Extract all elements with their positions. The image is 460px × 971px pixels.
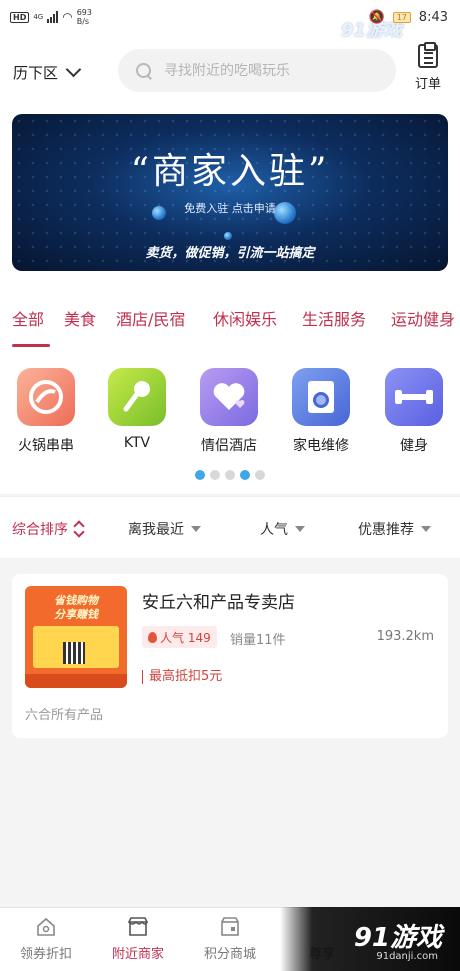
distance: 193.2km [376,629,434,644]
nav-label: 积分商城 [203,947,256,962]
quick-item-label: KTV [123,435,151,451]
fire-icon [148,631,157,643]
caret-down-icon [295,526,305,532]
search-icon [136,62,152,79]
merchant-thumbnail: 省钱购物 分享赚钱 [25,586,127,688]
quick-item-label: 健身 [400,438,428,454]
page-dot [255,470,265,480]
signal-icon [47,11,59,23]
page-indicator [195,470,265,480]
quick-item-label: 情侣酒店 [201,438,257,454]
sort-discount[interactable]: 优惠推荐 [358,519,431,539]
quick-item-hotpot[interactable]: 火锅串串 [6,368,86,455]
search-bar[interactable] [118,49,396,92]
orders-button[interactable]: 订单 [412,42,444,92]
category-tabs: 全部 美食 酒店/民宿 休闲娱乐 生活服务 运动健身 [0,286,460,348]
sort-toggle-icon [73,520,85,538]
sort-label: 优惠推荐 [358,522,414,538]
header: 历下区 订单 [0,40,460,104]
sort-comprehensive[interactable]: 综合排序 [12,519,85,539]
status-bar: HD 4G ◠ 693 B/s 91游戏 🔕 17 8:43 [0,0,460,41]
page-dot [225,470,235,480]
sort-bar: 综合排序 离我最近 人气 优惠推荐 [0,496,460,558]
watermark-overlay: 91游戏 91danji.com [280,907,460,971]
home-icon [35,916,57,938]
discount-tag: 最高抵扣5元 [142,670,222,684]
shop-icon [127,916,149,938]
sort-nearest[interactable]: 离我最近 [128,519,201,539]
mute-icon: 🔕 [368,10,385,25]
merchant-name: 安丘六和产品专卖店 [142,593,295,613]
merchant-card[interactable]: 省钱购物 分享赚钱 安丘六和产品专卖店 人气 149 销量11件 193.2km… [12,574,448,738]
tab-all[interactable]: 全部 [12,306,44,330]
network-type: 4G [33,13,44,21]
watermark-logo: 91游戏 [353,923,442,953]
wifi-icon: ◠ [62,10,73,24]
nav-points-mall[interactable]: 积分商城 [190,916,270,962]
dumbbell-icon [385,368,443,426]
sort-label: 离我最近 [128,522,184,538]
tab-life-service[interactable]: 生活服务 [302,306,366,330]
merchant-description: 六合所有产品 [25,708,104,723]
status-right: 🔕 17 8:43 [369,10,448,25]
microphone-icon [108,368,166,426]
quick-item-label: 火锅串串 [18,438,74,454]
merchant-banner[interactable]: “商家入驻” 免费入驻 点击申请 卖货，做促销，引流一站搞定 [12,114,448,271]
district-selector[interactable]: 历下区 [13,61,82,83]
speed-unit: B/s [76,17,90,26]
district-label: 历下区 [13,64,59,82]
nav-label: 领券折扣 [19,947,72,962]
washer-icon [292,368,350,426]
quick-item-appliance-repair[interactable]: 家电维修 [281,368,361,455]
network-speed: 693 B/s [77,8,92,26]
heart-icon [200,368,258,426]
popularity-badge: 人气 149 [142,626,217,648]
watermark-url: 91danji.com [376,951,438,962]
status-left: HD 4G ◠ 693 B/s [10,8,92,26]
page-dot [240,470,250,480]
tab-sports[interactable]: 运动健身 [391,306,455,330]
nav-nearby-merchants[interactable]: 附近商家 [98,916,178,962]
page-dot [210,470,220,480]
quick-item-fitness[interactable]: 健身 [374,368,454,455]
quick-item-couple-hotel[interactable]: 情侣酒店 [189,368,269,455]
qr-code-icon [63,642,85,664]
hotpot-icon [17,368,75,426]
battery-icon: 17 [392,12,411,23]
caret-down-icon [191,526,201,532]
banner-footer: 卖货，做促销，引流一站搞定 [145,246,315,261]
store-icon [219,916,241,938]
quick-item-label: 家电维修 [293,438,349,454]
quick-item-ktv[interactable]: KTV [97,368,177,451]
tab-leisure[interactable]: 休闲娱乐 [213,306,277,330]
chevron-down-icon [65,61,82,78]
hd-icon: HD [10,11,30,23]
tab-food[interactable]: 美食 [64,306,96,330]
clipboard-icon [418,42,438,68]
popularity-value: 人气 149 [160,630,211,645]
nav-coupons[interactable]: 领券折扣 [6,916,86,962]
caret-down-icon [421,526,431,532]
banner-orb [224,232,232,240]
sort-popularity[interactable]: 人气 [260,519,305,539]
speed-value: 693 [76,8,92,17]
orders-label: 订单 [414,77,441,92]
search-input[interactable] [164,62,364,79]
tab-hotel[interactable]: 酒店/民宿 [116,306,185,330]
clock: 8:43 [418,10,448,25]
quick-icon-grid: 火锅串串 KTV 情侣酒店 家电维修 健身 [0,348,460,494]
sales-count: 销量11件 [230,633,286,648]
tab-indicator [12,344,50,347]
nav-label: 附近商家 [111,947,164,962]
page-dot [195,470,205,480]
thumb-footer [25,674,127,688]
banner-title: “商家入驻” [130,151,330,192]
sort-label: 综合排序 [12,522,68,538]
sort-label: 人气 [260,522,288,538]
banner-section: “商家入驻” 免费入驻 点击申请 卖货，做促销，引流一站搞定 [0,104,460,286]
banner-subtitle: 免费入驻 点击申请 [184,202,276,215]
thumb-line2: 分享赚钱 [54,608,98,621]
